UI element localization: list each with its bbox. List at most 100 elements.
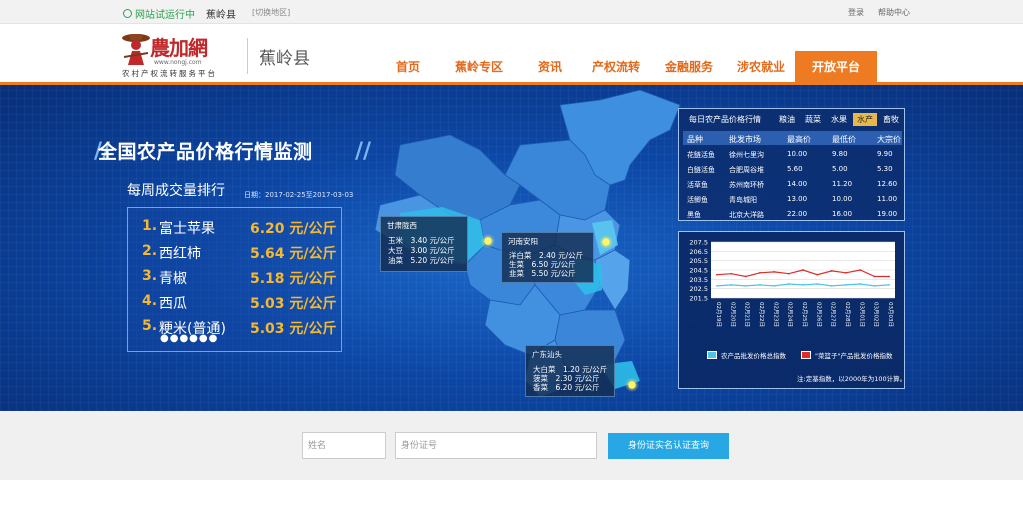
table-cell: 5.30 — [877, 165, 893, 173]
category-tab[interactable]: 水果 — [827, 113, 851, 126]
id-verification-bar: 身份证实名认证查询 — [0, 411, 1023, 480]
y-tick-label: 205.5 — [689, 257, 708, 265]
table-cell: 9.80 — [832, 150, 848, 158]
callout-gansu-line: 油菜 5.20 元/公斤 — [388, 256, 455, 265]
table-row[interactable]: 活鲫鱼 青岛城阳 13.00 10.00 11.00 — [683, 192, 902, 206]
nav-item[interactable]: 开放平台 — [795, 51, 877, 84]
help-center-link[interactable]: 帮助中心 — [878, 7, 910, 18]
y-tick-label: 203.5 — [689, 276, 708, 284]
category-tab[interactable]: 畜牧 — [879, 113, 903, 126]
data-point — [787, 283, 790, 285]
nav-item[interactable]: 资讯 — [519, 51, 581, 84]
nav-item[interactable]: 蕉岭专区 — [439, 51, 519, 84]
table-cell: 10.00 — [832, 195, 853, 203]
table-row[interactable]: 白鲢活鱼 合肥周谷堆 5.60 5.00 5.30 — [683, 162, 902, 176]
callout-guangdong-title: 广东汕头 — [532, 350, 562, 359]
price-index-chart: 207.5 206.5 205.5 204.5 203.5 202.5 201.5 02月19… — [678, 231, 907, 389]
y-tick-label: 207.5 — [689, 239, 708, 247]
data-point — [773, 270, 776, 273]
ranking-product: 青椒 — [159, 271, 187, 287]
y-tick-label: 202.5 — [689, 285, 708, 293]
ranking-date-range: 日期：2017-02-25至2017-03-03 — [244, 191, 354, 199]
weekly-ranking-title: 每周成交量排行 — [127, 183, 225, 199]
legend-label: 农产品批发价格总指数 — [721, 352, 786, 360]
y-tick-label: 206.5 — [689, 248, 708, 256]
callout-guangdong: 广东汕头 大白菜 1.20 元/公斤 菠菜 2.30 元/公斤 香菜 6.20 … — [525, 345, 615, 397]
table-cell: 5.00 — [832, 165, 848, 173]
site-header: 農加網 www.nongj.com 农村产权流转服务平台 蕉岭县 首页 蕉岭专区资… — [0, 24, 1023, 84]
ranking-number: 2. — [142, 243, 158, 259]
site-status: 网站试运行中 — [123, 6, 195, 21]
site-status-text: 网站试运行中 — [135, 10, 195, 21]
y-tick-label: 201.5 — [689, 295, 708, 303]
category-tab[interactable]: 蔬菜 — [801, 113, 825, 126]
table-cell: 5.60 — [787, 165, 803, 173]
data-point — [859, 283, 862, 285]
price-index-plot: 207.5206.5205.5 204.5203.5202.5 201.5 02月19… — [689, 239, 895, 327]
x-tick-label: 02月28日 — [844, 302, 851, 327]
ranking-row[interactable]: 4. 西瓜 5.03 元/公斤 — [142, 293, 338, 315]
table-cell: 北京大洋路 — [729, 211, 764, 219]
category-tab[interactable]: 粮油 — [775, 113, 799, 126]
ranking-row[interactable]: 5. 粳米(普通) 5.03 元/公斤 — [142, 318, 338, 340]
headline-slash-right: // — [355, 139, 372, 164]
data-point — [773, 284, 776, 287]
verify-id-button[interactable]: 身份证实名认证查询 — [608, 433, 729, 459]
ranking-row[interactable]: 1. 富士苹果 6.20 元/公斤 — [142, 218, 338, 240]
data-point — [816, 273, 819, 276]
nav-item[interactable]: 金融服务 — [651, 51, 727, 84]
nav-item[interactable]: 首页 — [377, 51, 439, 84]
column-header: 最低价 — [832, 135, 856, 144]
ranking-number: 1. — [142, 218, 158, 234]
table-row[interactable]: 活草鱼 苏州南环桥 14.00 11.20 12.60 — [683, 177, 902, 191]
daily-price-title: 每日农产品价格行情 — [689, 115, 761, 124]
nav-item[interactable]: 涉农就业 — [727, 51, 795, 84]
nav-item[interactable]: 产权流转 — [581, 51, 651, 84]
name-input[interactable] — [302, 432, 386, 459]
callout-gansu: 甘肃陇西 玉米 3.40 元/公斤 大豆 3.00 元/公斤 油菜 5.20 元… — [380, 216, 468, 272]
table-cell: 花鲢活鱼 — [687, 151, 715, 159]
data-point — [744, 275, 747, 278]
daily-price-header: 每日农产品价格行情 粮油 蔬菜 水果 水产 畜牧 — [679, 109, 904, 128]
data-point — [830, 270, 833, 272]
switch-region-link[interactable]: [切换地区] — [252, 7, 290, 18]
map-beacon-guangdong[interactable] — [625, 378, 639, 392]
y-tick-label: 204.5 — [689, 267, 708, 275]
data-point — [787, 272, 790, 275]
x-tick-label: 02月19日 — [715, 302, 722, 327]
ranking-row[interactable]: 3. 青椒 5.18 元/公斤 — [142, 268, 338, 290]
data-point — [744, 284, 747, 287]
ranking-row[interactable]: 2. 西红柿 5.64 元/公斤 — [142, 243, 338, 265]
site-logo[interactable]: 農加網 www.nongj.com 农村产权流转服务平台 — [120, 29, 240, 83]
data-point — [802, 284, 804, 286]
ranking-price: 6.20 元/公斤 — [250, 221, 337, 237]
header-divider — [247, 38, 248, 74]
table-row[interactable]: 黑鱼 北京大洋路 22.00 16.00 19.00 — [683, 207, 902, 221]
table-cell: 青岛城阳 — [729, 196, 757, 204]
column-header: 品种 — [687, 135, 703, 144]
id-number-input[interactable] — [395, 432, 597, 459]
table-cell: 13.00 — [787, 195, 808, 203]
callout-gansu-title: 甘肃陇西 — [387, 221, 417, 230]
chart-note: 注:定基指数，以2000年为100计算。 — [797, 375, 907, 383]
table-row[interactable]: 花鲢活鱼 徐州七里沟 10.00 9.80 9.90 — [683, 147, 902, 161]
x-tick-label: 02月23日 — [772, 302, 779, 327]
main-nav: 首页 蕉岭专区 资讯 产权流转 金融服务 涉农就业 开放平台 — [377, 51, 877, 84]
x-tick-label: 02月22日 — [758, 302, 765, 327]
x-tick-label: 02月20日 — [729, 302, 736, 327]
ranking-price: 5.03 元/公斤 — [250, 296, 337, 312]
table-cell: 14.00 — [787, 180, 808, 188]
table-cell: 19.00 — [877, 210, 898, 218]
map-beacon-gansu[interactable] — [481, 234, 495, 248]
map-beacon-henan[interactable] — [599, 235, 613, 249]
logo-url-text: www.nongj.com — [154, 59, 202, 66]
ranking-price: 5.18 元/公斤 — [250, 271, 337, 287]
weekly-ranking-box: ●●●●●● 1. 富士苹果 6.20 元/公斤 2. 西红柿 5.64 元/公斤 3. 青椒… — [127, 207, 342, 352]
login-link[interactable]: 登录 — [848, 7, 864, 18]
table-cell: 徐州七里沟 — [729, 151, 764, 159]
category-tab[interactable]: 水产 — [853, 113, 877, 126]
x-tick-label: 02月21日 — [744, 302, 751, 327]
county-title: 蕉岭县 — [259, 49, 310, 69]
table-cell: 11.20 — [832, 180, 853, 188]
data-point — [730, 272, 733, 275]
